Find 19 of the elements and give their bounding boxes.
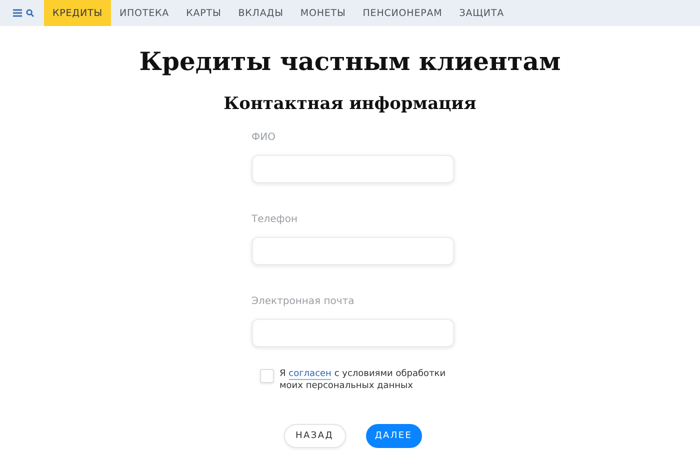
field-label: ФИО [252,132,276,143]
form-heading: Контактная информация [224,94,476,114]
field-label: Телефон [252,214,299,225]
next-button[interactable]: ДАЛЕЕ [366,424,422,448]
nav-tab[interactable]: МОНЕТЫ [292,0,354,26]
search-icon[interactable] [26,9,34,17]
nav-tab[interactable]: КРЕДИТЫ [44,0,111,26]
page-title: Кредиты частным клиентам [139,47,561,76]
consent-text: Я согласен с условиями обработки моих персональных данных [280,368,447,392]
terms-link[interactable]: согласен [288,369,332,380]
nav-tab[interactable]: ИПОТЕКА [111,0,178,26]
nav-tab[interactable]: КАРТЫ [178,0,230,26]
nav-tab[interactable]: ЗАЩИТА [450,0,513,26]
nav-tab[interactable]: ПЕНСИОНЕРАМ [354,0,451,26]
field-label: Электронная почта [252,296,356,307]
consent-checkbox[interactable] [260,369,274,383]
menu-icon[interactable] [13,9,22,17]
nav-tab[interactable]: ВКЛАДЫ [230,0,292,26]
back-button[interactable]: НАЗАД [284,424,346,448]
